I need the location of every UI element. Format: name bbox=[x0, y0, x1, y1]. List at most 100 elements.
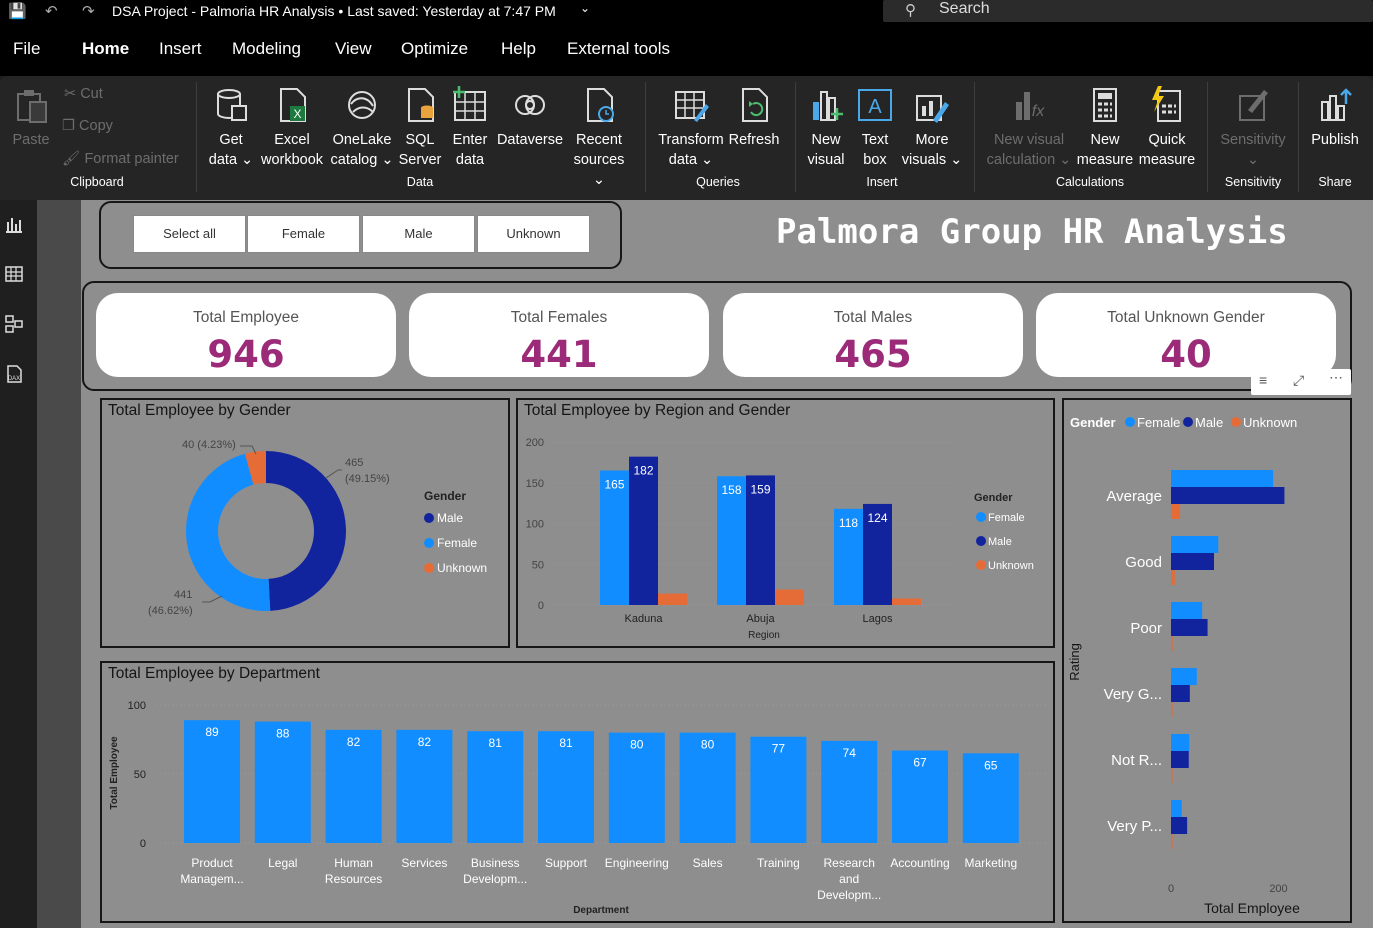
x-tick-label: Managem... bbox=[180, 872, 243, 886]
bar-unknown-abuja bbox=[775, 589, 804, 605]
focus-mode-icon[interactable]: ⤢ bbox=[1293, 372, 1304, 389]
quick-measure-label-1: Quick bbox=[1148, 132, 1186, 148]
x-tick-label: Resources bbox=[325, 872, 382, 886]
model-view-icon[interactable] bbox=[4, 314, 24, 334]
slicer-select-all[interactable]: Select all bbox=[133, 215, 246, 253]
menu-external-tools[interactable]: External tools bbox=[567, 39, 670, 59]
menu-modeling[interactable]: Modeling bbox=[232, 39, 301, 59]
department-visual[interactable]: Total Employee by Department 100 50 0 89 Pro… bbox=[100, 661, 1055, 923]
format-painter-button[interactable]: 🖌 Format painter bbox=[62, 150, 179, 167]
recent-sources-button[interactable]: Recent sources ⌄ bbox=[566, 86, 632, 190]
dataverse-button[interactable]: Dataverse bbox=[496, 86, 564, 150]
slicer-male[interactable]: Male bbox=[362, 215, 475, 253]
card-total-males[interactable]: Total Males 465 bbox=[723, 293, 1023, 377]
legend-marker bbox=[424, 513, 434, 523]
data-label: 82 bbox=[347, 735, 361, 749]
paste-label: Paste bbox=[12, 132, 50, 148]
legend-label: Female bbox=[988, 512, 1025, 524]
legend-label: Unknown bbox=[437, 561, 487, 575]
data-label: 81 bbox=[559, 736, 573, 750]
sql-label-1: SQL bbox=[405, 132, 435, 148]
filter-icon[interactable]: ≡ bbox=[1259, 372, 1267, 388]
undo-icon[interactable]: ↶ bbox=[45, 2, 58, 20]
quick-measure-button[interactable]: Quick measure bbox=[1136, 86, 1198, 170]
bar-unknown bbox=[1171, 636, 1173, 651]
table-view-icon[interactable] bbox=[4, 264, 24, 284]
report-view-icon[interactable] bbox=[4, 214, 24, 234]
sensitivity-button[interactable]: Sensitivity ⌄ bbox=[1216, 86, 1290, 170]
group-sensitivity: Sensitivity bbox=[1224, 175, 1282, 189]
cut-label: Cut bbox=[80, 86, 103, 102]
x-tick-label: Legal bbox=[268, 856, 297, 870]
search-icon: ⚲ bbox=[905, 2, 916, 19]
y-tick-label: 100 bbox=[526, 519, 544, 531]
more-options-icon[interactable]: ⋯ bbox=[1329, 369, 1343, 386]
bar-female bbox=[1171, 470, 1274, 487]
department-chart: 100 50 0 89 Product Managem... 88 Legal 82 Human R… bbox=[109, 700, 1047, 916]
menu-file[interactable]: File bbox=[13, 39, 40, 59]
slicer-female[interactable]: Female bbox=[247, 215, 360, 253]
new-visual-icon bbox=[813, 91, 843, 121]
search-box[interactable]: ⚲ Search bbox=[883, 0, 1373, 22]
region-visual[interactable]: Total Employee by Region and Gender 200 1… bbox=[516, 398, 1055, 648]
rating-visual[interactable]: Gender Female Male Unknown Average Good Poor Ve… bbox=[1062, 398, 1352, 923]
x-tick-label: Developm... bbox=[463, 872, 527, 886]
paste-button[interactable]: Paste bbox=[8, 86, 54, 150]
text-box-label-1: Text bbox=[861, 132, 889, 148]
bar-male bbox=[1171, 685, 1190, 702]
redo-icon[interactable]: ↷ bbox=[82, 2, 95, 20]
card-total-employee[interactable]: Total Employee 946 bbox=[96, 293, 396, 377]
card-total-unknown[interactable]: Total Unknown Gender 40 bbox=[1036, 293, 1336, 377]
bar-male bbox=[1171, 817, 1188, 834]
data-label: 80 bbox=[701, 738, 715, 752]
menu-optimize[interactable]: Optimize bbox=[401, 39, 468, 59]
get-data-button[interactable]: Get data ⌄ bbox=[206, 86, 256, 170]
data-label: 165 bbox=[604, 478, 624, 492]
legend-marker bbox=[424, 538, 434, 548]
legend-label: Female bbox=[437, 536, 477, 550]
new-measure-button[interactable]: New measure bbox=[1074, 86, 1136, 170]
x-tick-label: Developm... bbox=[817, 888, 881, 902]
x-tick-label: Marketing bbox=[964, 856, 1017, 870]
sql-server-button[interactable]: SQL Server bbox=[396, 86, 444, 170]
slicer-unknown[interactable]: Unknown bbox=[477, 215, 590, 253]
excel-workbook-button[interactable]: X Excel workbook bbox=[258, 86, 326, 170]
more-visuals-button[interactable]: More visuals ⌄ bbox=[900, 86, 964, 170]
bar-unknown bbox=[1171, 570, 1175, 585]
data-label: 158 bbox=[721, 483, 741, 497]
new-visual-button[interactable]: New visual bbox=[804, 86, 848, 170]
new-visual-label-1: New bbox=[811, 132, 841, 148]
menu-view[interactable]: View bbox=[335, 39, 372, 59]
menu-insert[interactable]: Insert bbox=[159, 39, 202, 59]
text-box-button[interactable]: A Text box bbox=[852, 86, 898, 170]
x-tick-label: and bbox=[839, 872, 859, 886]
donut-visual[interactable]: Total Employee by Gender 465 (49.15%) 441(… bbox=[100, 398, 510, 648]
search-placeholder: Search bbox=[939, 0, 990, 17]
data-label: 81 bbox=[489, 736, 503, 750]
transform-data-button[interactable]: Transform data ⌄ bbox=[655, 86, 727, 170]
copy-button[interactable]: ❐ Copy bbox=[62, 118, 113, 134]
ribbon-separator bbox=[645, 82, 646, 192]
card-total-females[interactable]: Total Females 441 bbox=[409, 293, 709, 377]
data-label: 182 bbox=[633, 464, 653, 478]
onelake-catalog-button[interactable]: OneLake catalog ⌄ bbox=[330, 86, 394, 170]
save-icon[interactable]: 💾 bbox=[8, 2, 27, 20]
new-visual-calculation-button[interactable]: fx New visual calculation ⌄ bbox=[984, 86, 1074, 170]
refresh-label: Refresh bbox=[728, 132, 780, 148]
x-tick-label: Sales bbox=[693, 856, 723, 870]
data-label: 67 bbox=[913, 756, 927, 770]
menu-help[interactable]: Help bbox=[501, 39, 536, 59]
bar-male bbox=[1171, 619, 1208, 636]
publish-button[interactable]: Publish bbox=[1306, 86, 1364, 150]
chevron-down-icon[interactable]: ⌄ bbox=[580, 1, 590, 15]
dax-query-view-icon[interactable]: DAX bbox=[4, 364, 24, 384]
onelake-label-1: OneLake bbox=[332, 132, 392, 148]
menu-home[interactable]: Home bbox=[82, 39, 129, 59]
cut-button[interactable]: ✂ Cut bbox=[64, 86, 103, 102]
x-tick-label: Lagos bbox=[863, 613, 893, 625]
enter-data-button[interactable]: Enter data bbox=[448, 86, 492, 170]
refresh-button[interactable]: Refresh bbox=[727, 86, 781, 150]
publish-icon bbox=[1321, 88, 1352, 121]
legend-label: Unknown bbox=[1243, 415, 1297, 430]
x-axis-title: Department bbox=[573, 905, 629, 916]
